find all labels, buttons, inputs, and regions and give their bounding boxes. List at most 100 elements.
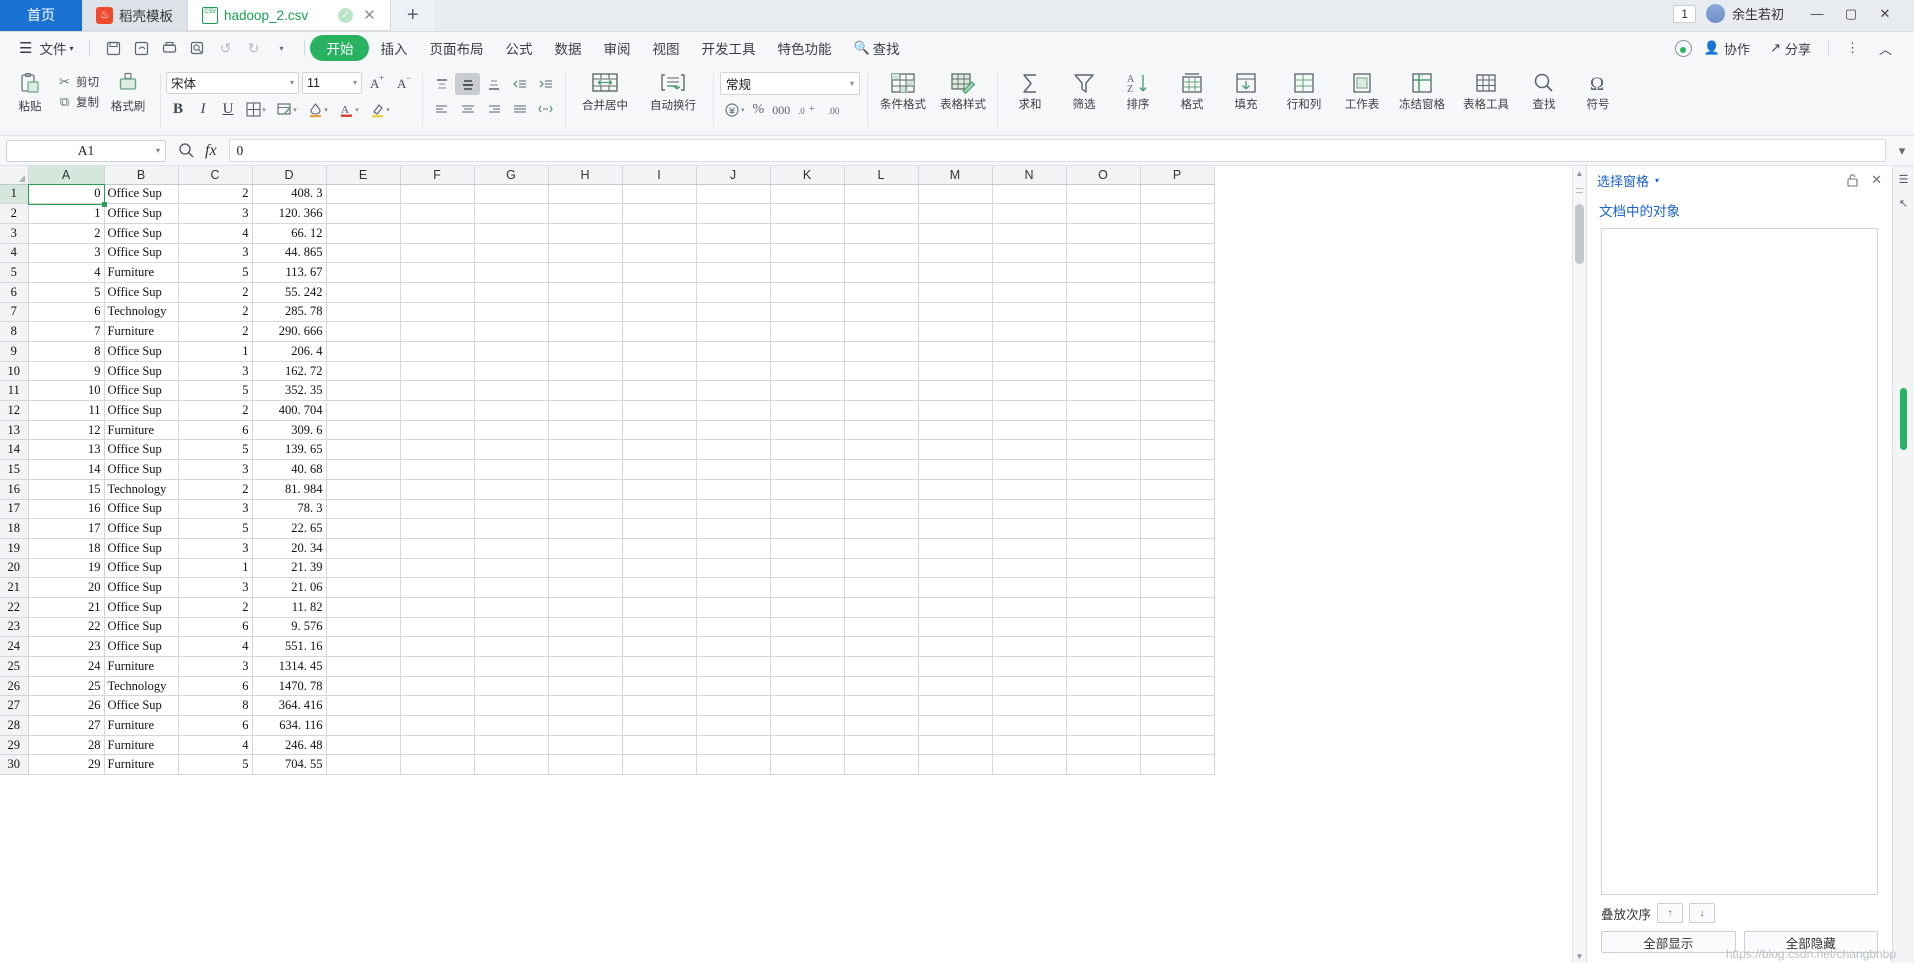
cell-A11[interactable]: 10	[28, 380, 105, 402]
cell-J4[interactable]	[696, 243, 771, 264]
column-header-e[interactable]: E	[326, 166, 401, 185]
cell-G4[interactable]	[474, 243, 549, 264]
cell-O10[interactable]	[1066, 361, 1141, 382]
cell-D22[interactable]: 11. 82	[252, 597, 327, 618]
cell-M26[interactable]	[918, 676, 993, 697]
spreadsheet-grid[interactable]: ABCDEFGHIJKLMNOP 1 0 Office Sup 2 408. 3 2 1 Of…	[0, 166, 1572, 963]
row-header-11[interactable]: 11	[0, 380, 29, 402]
column-header-j[interactable]: J	[696, 166, 771, 185]
column-header-o[interactable]: O	[1066, 166, 1141, 185]
justify-button[interactable]	[507, 98, 532, 120]
cell-E17[interactable]	[326, 499, 401, 520]
cell-K11[interactable]	[770, 380, 845, 402]
table-row[interactable]: 21 20 Office Sup 3 21. 06	[0, 577, 1215, 598]
row-header-1[interactable]: 1	[0, 184, 29, 205]
cell-B10[interactable]: Office Sup	[104, 361, 179, 382]
cell-O2[interactable]	[1066, 203, 1141, 224]
cell-L12[interactable]	[844, 400, 919, 421]
percent-format-button[interactable]: %	[749, 99, 769, 121]
cell-G12[interactable]	[474, 400, 549, 421]
cell-C4[interactable]: 3	[178, 243, 253, 264]
cell-J22[interactable]	[696, 597, 771, 618]
cell-O27[interactable]	[1066, 695, 1141, 717]
cell-D19[interactable]: 20. 34	[252, 538, 327, 559]
cell-H12[interactable]	[548, 400, 623, 421]
cell-J7[interactable]	[696, 302, 771, 323]
align-right-button[interactable]	[481, 98, 506, 120]
cell-H5[interactable]	[548, 262, 623, 283]
cell-N26[interactable]	[992, 676, 1067, 697]
cell-K8[interactable]	[770, 321, 845, 342]
cell-I1[interactable]	[622, 184, 697, 205]
cell-P10[interactable]	[1140, 361, 1215, 382]
cell-O4[interactable]	[1066, 243, 1141, 264]
cell-M6[interactable]	[918, 282, 993, 303]
highlight-button[interactable]: ▾	[365, 98, 395, 121]
cell-O14[interactable]	[1066, 439, 1141, 461]
cell-K29[interactable]	[770, 735, 845, 756]
table-row[interactable]: 3 2 Office Sup 4 66. 12	[0, 223, 1215, 244]
cell-J6[interactable]	[696, 282, 771, 303]
cell-K5[interactable]	[770, 262, 845, 283]
cell-K15[interactable]	[770, 459, 845, 480]
cell-F24[interactable]	[400, 636, 475, 657]
cell-O17[interactable]	[1066, 499, 1141, 520]
cell-G18[interactable]	[474, 518, 549, 539]
cell-M7[interactable]	[918, 302, 993, 323]
increase-indent-button[interactable]	[533, 73, 558, 95]
scrollbar-thumb[interactable]	[1575, 204, 1584, 264]
cell-C29[interactable]: 4	[178, 735, 253, 756]
cell-H27[interactable]	[548, 695, 623, 717]
decrease-indent-button[interactable]	[507, 73, 532, 95]
cell-I16[interactable]	[622, 479, 697, 500]
cell-D30[interactable]: 704. 55	[252, 754, 327, 776]
cell-C22[interactable]: 2	[178, 597, 253, 618]
cell-N6[interactable]	[992, 282, 1067, 303]
cell-L19[interactable]	[844, 538, 919, 559]
table-row[interactable]: 29 28 Furniture 4 246. 48	[0, 735, 1215, 756]
cell-L30[interactable]	[844, 754, 919, 776]
share-button[interactable]: ↗ 分享	[1762, 36, 1819, 61]
cell-N4[interactable]	[992, 243, 1067, 264]
cell-G27[interactable]	[474, 695, 549, 717]
cell-O29[interactable]	[1066, 735, 1141, 756]
table-row[interactable]: 12 11 Office Sup 2 400. 704	[0, 400, 1215, 421]
menu-search[interactable]: 🔍 查找	[842, 35, 910, 61]
cell-J8[interactable]	[696, 321, 771, 342]
cell-E19[interactable]	[326, 538, 401, 559]
cell-O22[interactable]	[1066, 597, 1141, 618]
column-header-m[interactable]: M	[918, 166, 993, 185]
cell-A14[interactable]: 13	[28, 439, 105, 461]
cell-I3[interactable]	[622, 223, 697, 244]
table-row[interactable]: 19 18 Office Sup 3 20. 34	[0, 538, 1215, 559]
new-tab-button[interactable]: +	[390, 0, 435, 31]
cell-D23[interactable]: 9. 576	[252, 617, 327, 638]
cell-M19[interactable]	[918, 538, 993, 559]
cell-N15[interactable]	[992, 459, 1067, 480]
menu-tab-data[interactable]: 数据	[543, 35, 592, 61]
cell-F6[interactable]	[400, 282, 475, 303]
cell-L17[interactable]	[844, 499, 919, 520]
cell-C12[interactable]: 2	[178, 400, 253, 421]
cell-O24[interactable]	[1066, 636, 1141, 657]
fill-color-button[interactable]: ▾	[303, 98, 333, 121]
table-row[interactable]: 15 14 Office Sup 3 40. 68	[0, 459, 1215, 480]
underline-button[interactable]: U	[216, 98, 240, 121]
cell-O1[interactable]	[1066, 184, 1141, 205]
tab-template[interactable]: ♨ 稻壳模板	[82, 0, 188, 31]
cell-I24[interactable]	[622, 636, 697, 657]
cell-K30[interactable]	[770, 754, 845, 776]
cell-K19[interactable]	[770, 538, 845, 559]
cell-L2[interactable]	[844, 203, 919, 224]
cell-C6[interactable]: 2	[178, 282, 253, 303]
cell-O11[interactable]	[1066, 380, 1141, 402]
cell-K24[interactable]	[770, 636, 845, 657]
symbol-button[interactable]: Ω 符号	[1571, 70, 1625, 112]
cell-D7[interactable]: 285. 78	[252, 302, 327, 323]
cell-H30[interactable]	[548, 754, 623, 776]
cell-J3[interactable]	[696, 223, 771, 244]
cell-J14[interactable]	[696, 439, 771, 461]
cell-J13[interactable]	[696, 420, 771, 441]
cell-N16[interactable]	[992, 479, 1067, 500]
row-header-20[interactable]: 20	[0, 558, 29, 579]
